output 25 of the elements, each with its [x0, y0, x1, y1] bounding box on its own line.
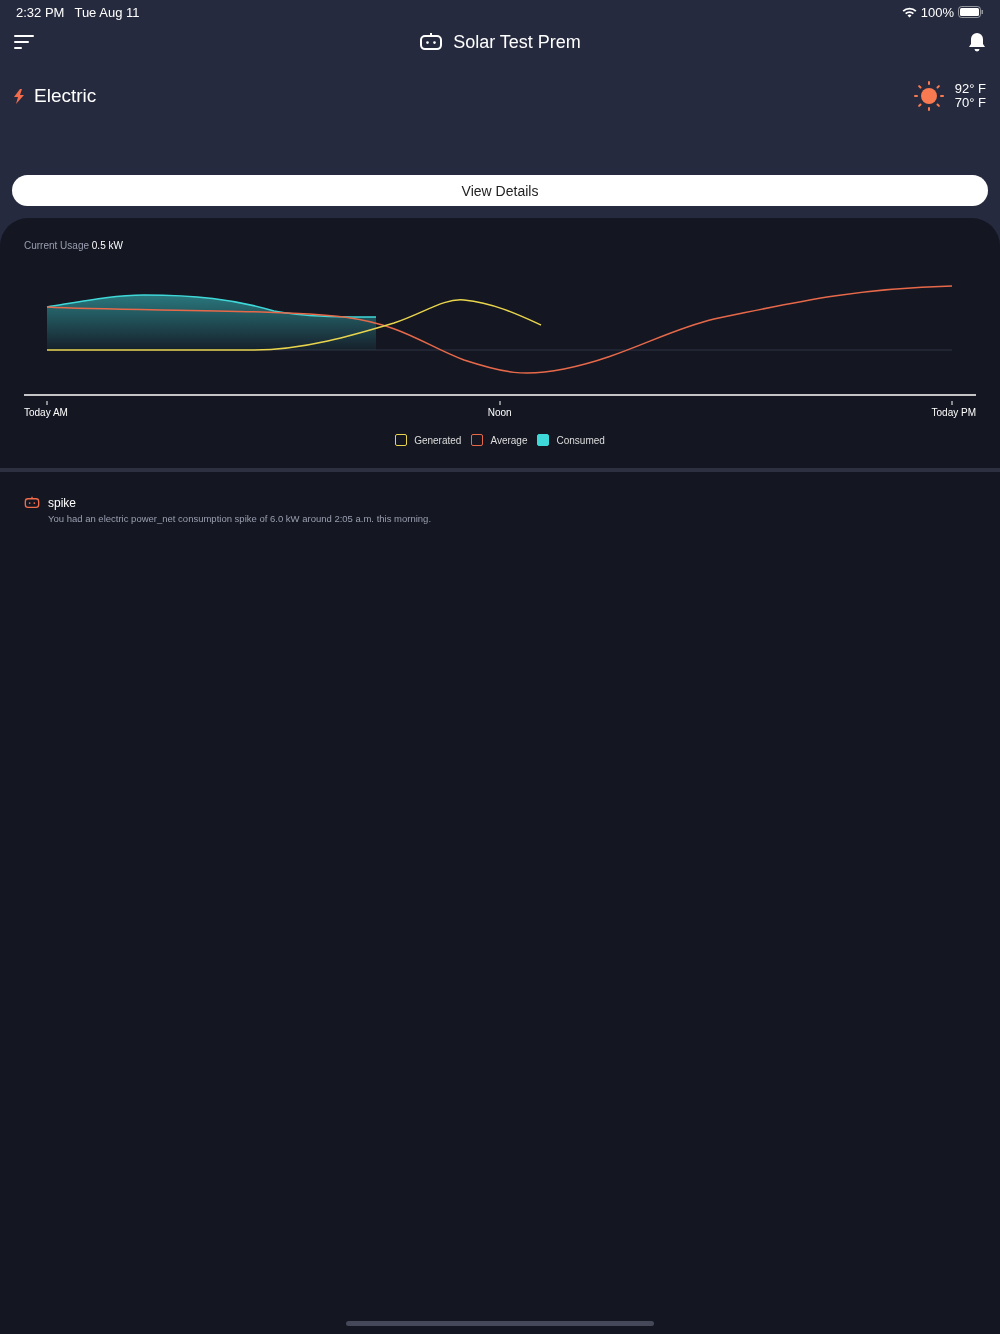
current-usage-text: Current Usage 0.5 kW: [24, 240, 124, 251]
site-title: Solar Test Prem: [453, 31, 581, 53]
robot-icon: [419, 32, 444, 52]
axis-label: Today AM: [24, 407, 68, 418]
temperature-high: 92° F: [954, 82, 986, 96]
alert-title: spike: [48, 496, 77, 510]
utility-label: Electric: [34, 85, 97, 107]
view-details-button[interactable]: View Details: [12, 175, 988, 206]
wifi-icon: [901, 6, 917, 18]
axis-label: Noon: [487, 407, 512, 418]
legend-label: Consumed: [556, 434, 605, 446]
legend-label: Average: [490, 434, 528, 446]
legend-label: Generated: [414, 434, 462, 446]
battery-icon: [958, 6, 984, 18]
temperature-low: 70° F: [954, 96, 986, 110]
lightning-icon: [14, 88, 24, 104]
bell-icon[interactable]: [968, 32, 986, 52]
status-time: 2:32 PM: [16, 4, 65, 20]
alert-message: You had an electric power_net consumption spike of 6.0 kW around 2:05 a.m. this morning.: [48, 513, 432, 524]
status-date: Tue Aug 11: [74, 4, 140, 20]
battery-percent: 100%: [920, 4, 954, 20]
robot-icon: [24, 496, 40, 509]
sun-icon: [912, 80, 945, 112]
axis-label: Today PM: [931, 407, 976, 418]
menu-icon[interactable]: [14, 34, 34, 50]
